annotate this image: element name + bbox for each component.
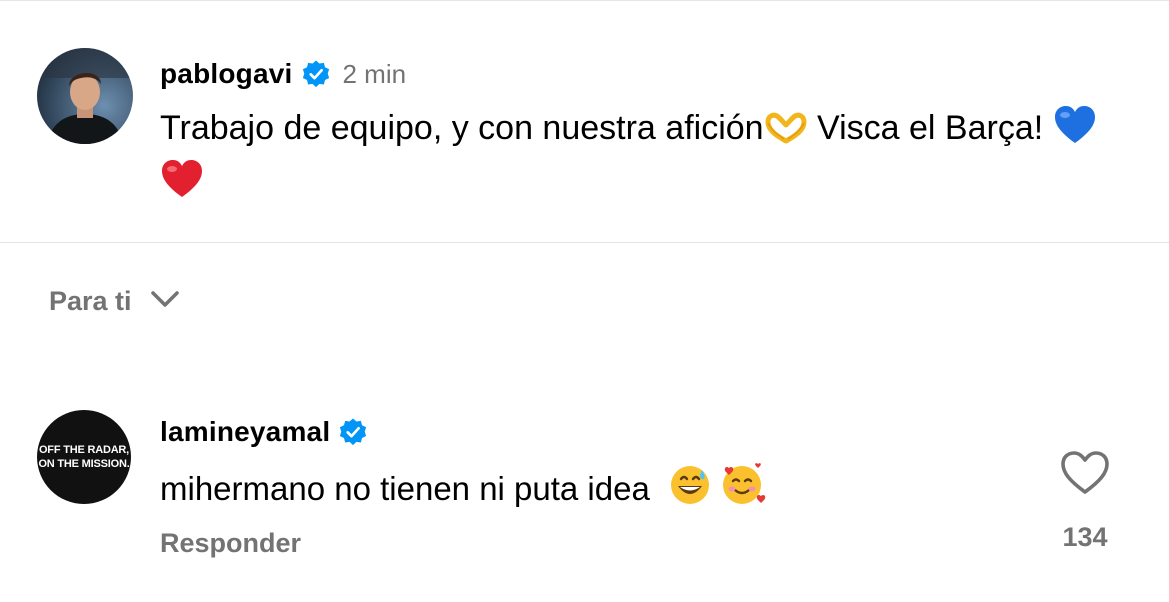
caption-text-2: Visca el Barça! — [807, 109, 1044, 147]
smiling-hearts-icon — [720, 462, 766, 518]
chevron-down-icon — [150, 289, 180, 314]
caption-text-1: Trabajo de equipo, y con nuestra afición — [160, 109, 764, 147]
post-header: pablogavi 2 min — [160, 56, 406, 92]
blue-heart-icon — [1053, 105, 1097, 158]
post-author-avatar[interactable] — [37, 48, 133, 144]
comment-body: mihermano no tienen ni puta idea — [160, 470, 650, 507]
post-timestamp: 2 min — [342, 58, 407, 89]
grinning-sweat-icon — [669, 464, 711, 518]
comment-sort-dropdown[interactable]: Para ti — [49, 286, 180, 317]
heart-icon[interactable] — [1060, 450, 1110, 496]
comment-author-avatar[interactable]: OFF THE RADAR, ON THE MISSION. — [37, 410, 131, 504]
post-caption: Trabajo de equipo, y con nuestra afición… — [160, 104, 1110, 212]
heart-hands-icon — [764, 110, 808, 158]
like-count: 134 — [1062, 522, 1108, 552]
comment-header: lamineyamal — [160, 414, 368, 450]
sort-label: Para ti — [49, 286, 132, 316]
reply-button[interactable]: Responder — [160, 528, 301, 559]
comment-username[interactable]: lamineyamal — [160, 416, 330, 448]
verified-badge-icon — [338, 417, 368, 447]
comment-text: mihermano no tienen ni puta idea — [160, 462, 766, 518]
verified-badge-icon — [301, 59, 331, 89]
section-divider — [0, 242, 1169, 243]
avatar-caption: OFF THE RADAR, ON THE MISSION. — [38, 444, 130, 470]
red-heart-icon — [160, 159, 204, 212]
post-username[interactable]: pablogavi — [160, 58, 293, 90]
top-divider — [0, 0, 1169, 1]
